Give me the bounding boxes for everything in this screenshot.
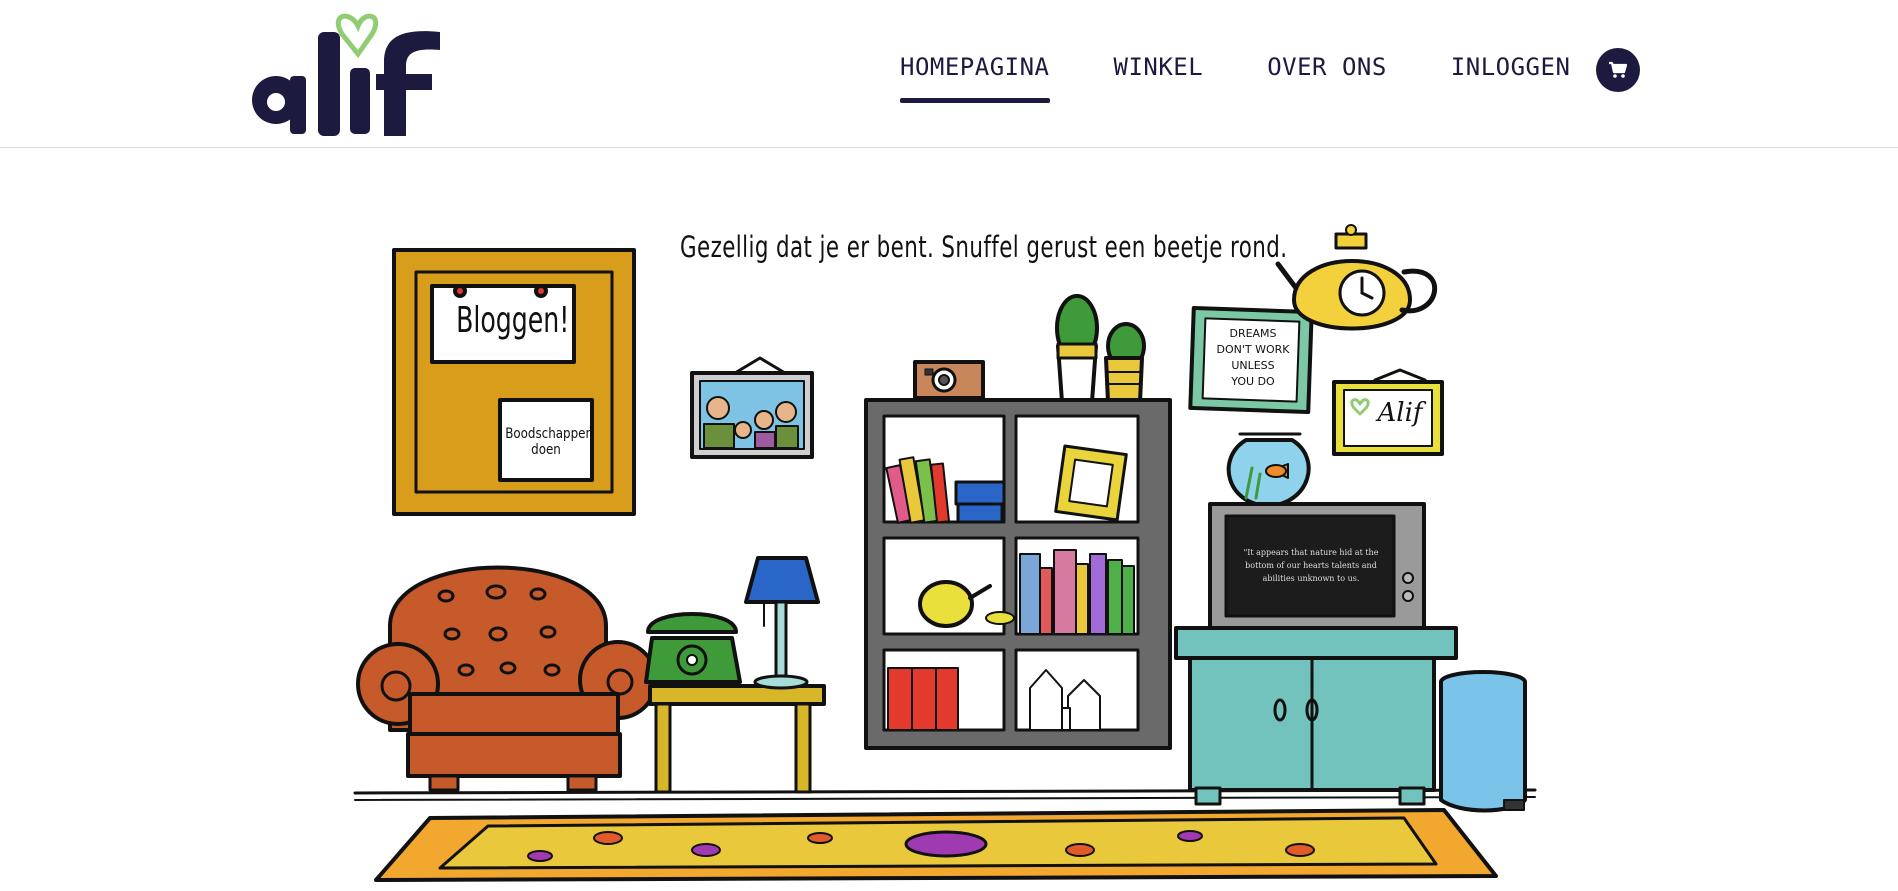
poster-line3: UNLESS: [1231, 359, 1275, 372]
poster-text: DREAMS DON'T WORK UNLESS YOU DO: [1208, 326, 1298, 390]
side-table[interactable]: [648, 684, 826, 794]
trash-bin[interactable]: [1439, 670, 1527, 813]
fishbowl[interactable]: [1226, 432, 1311, 508]
alif-logo[interactable]: alif: [250, 8, 440, 143]
shopping-note[interactable]: Boodschappen doen: [505, 426, 594, 458]
camera[interactable]: [913, 360, 985, 400]
poster-line2: DON'T WORK: [1216, 343, 1290, 356]
living-room-scene: Gezellig dat je er bent. Snuffel gerust …: [0, 148, 1898, 891]
cabinet[interactable]: [1174, 626, 1458, 806]
bulletin-board[interactable]: [392, 248, 636, 516]
cart-button[interactable]: [1596, 48, 1640, 92]
tv-quote-line2: bottom of our hearts talents and: [1245, 561, 1377, 570]
main-nav: HOMEPAGINA WINKEL OVER ONS INLOGGEN: [900, 38, 1634, 118]
nav-item-inloggen[interactable]: INLOGGEN: [1451, 38, 1571, 118]
frame-logo-text: Alif: [1377, 398, 1423, 428]
tv-quote-line3: abilities unknown to us.: [1262, 574, 1360, 583]
poster-line1: DREAMS: [1229, 327, 1277, 340]
site-header: alif HOMEPAGINA WINKEL OVER ONS INLOGGEN: [0, 0, 1898, 148]
shopping-cart-icon: [1609, 61, 1628, 78]
tv-quote-line1: "It appears that nature hid at the: [1243, 548, 1379, 557]
cactus-plants[interactable]: [1055, 294, 1146, 404]
shopping-note-line1: Boodschappen: [505, 426, 594, 442]
heart-icon: [335, 13, 379, 59]
bookshelf[interactable]: [864, 398, 1172, 750]
tv-quote: "It appears that nature hid at the botto…: [1232, 546, 1390, 585]
shopping-note-line2: doen: [531, 442, 561, 458]
logo-text: alif: [250, 8, 252, 9]
family-photo[interactable]: [690, 356, 814, 459]
nav-item-homepagina[interactable]: HOMEPAGINA: [900, 38, 1050, 118]
scene-illustration: [353, 224, 1537, 882]
nav-item-over-ons[interactable]: OVER ONS: [1267, 38, 1387, 118]
logo-mark: alif: [250, 8, 440, 137]
blog-note[interactable]: Bloggen!: [456, 300, 569, 341]
poster-line4: YOU DO: [1231, 375, 1275, 388]
teapot-clock[interactable]: [1275, 224, 1437, 331]
telephone[interactable]: [644, 612, 742, 684]
table-lamp[interactable]: [744, 556, 820, 690]
rug[interactable]: [374, 808, 1498, 882]
nav-item-winkel[interactable]: WINKEL: [1114, 38, 1204, 118]
armchair[interactable]: [356, 565, 658, 792]
